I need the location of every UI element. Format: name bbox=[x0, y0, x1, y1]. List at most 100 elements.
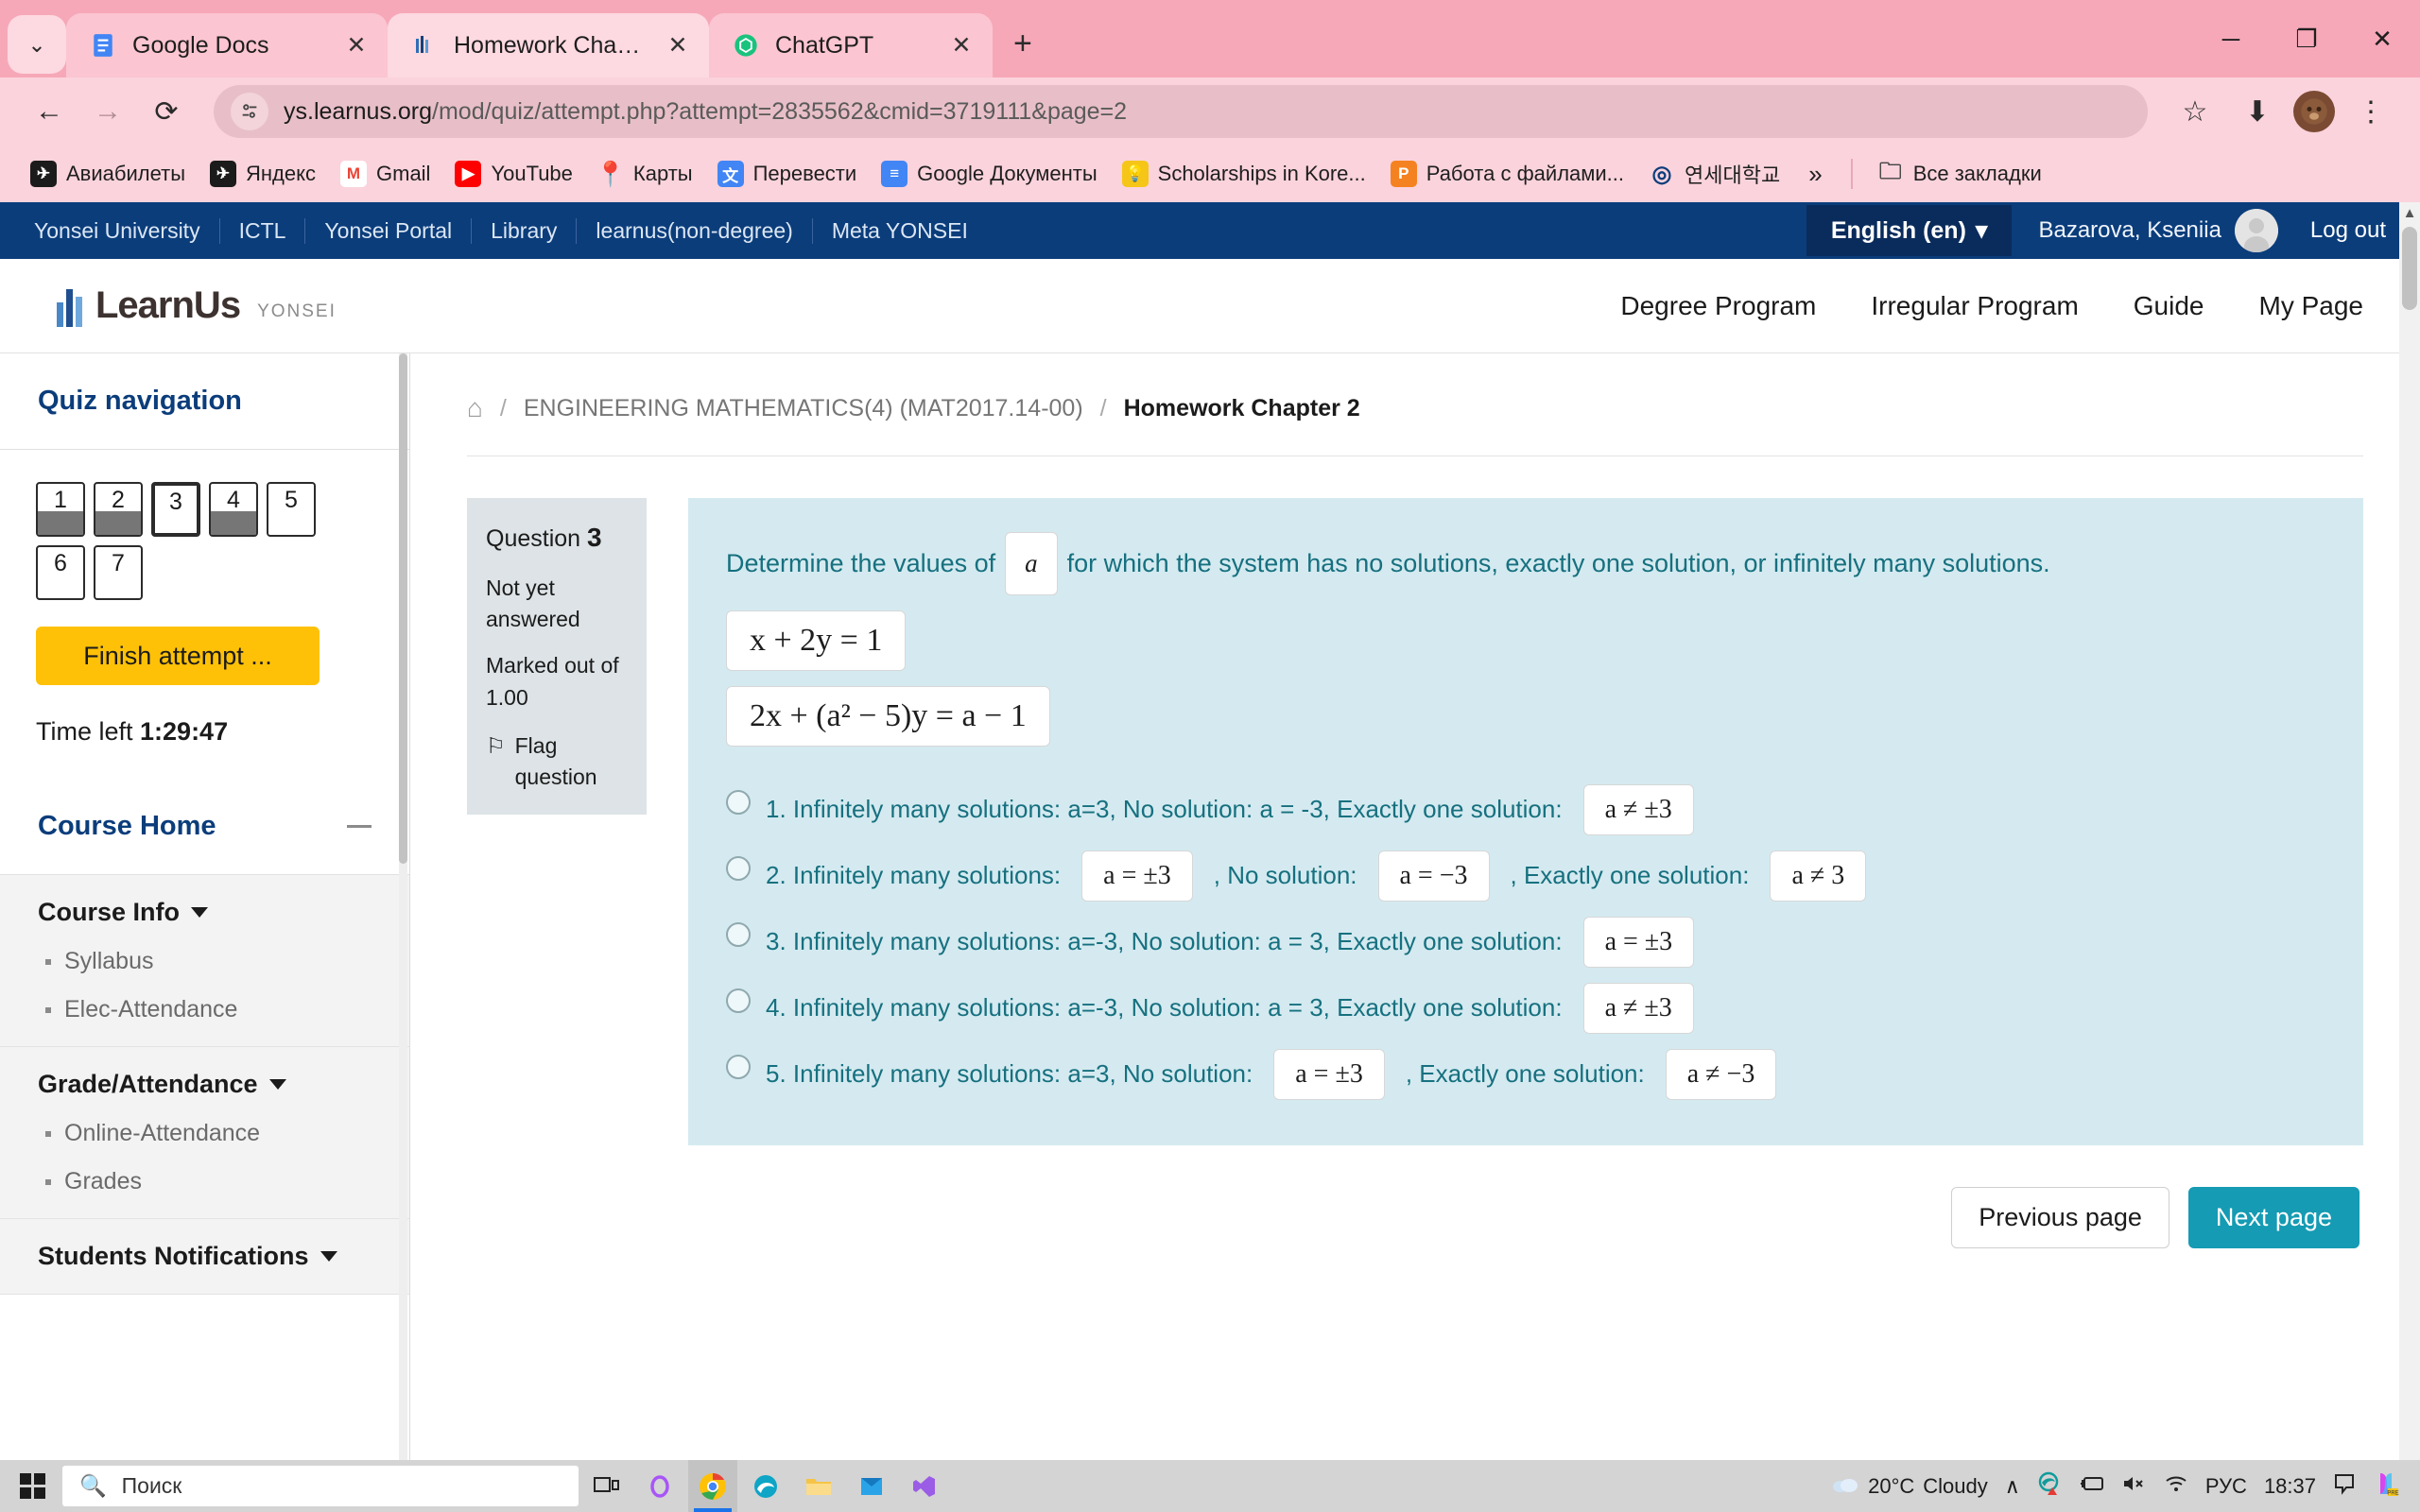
top-link-library[interactable]: Library bbox=[472, 217, 578, 244]
visual-studio-icon[interactable] bbox=[900, 1460, 949, 1512]
bookmark-item[interactable]: ▶ YouTube bbox=[445, 155, 581, 193]
new-tab-button[interactable]: + bbox=[1013, 26, 1032, 62]
bookmark-star-icon[interactable]: ☆ bbox=[2169, 85, 2221, 138]
bookmark-item[interactable]: ✈ Авиабилеты bbox=[21, 155, 195, 193]
tab-homework-chapter-2[interactable]: Homework Chapter 2 ✕ bbox=[388, 13, 709, 77]
user-name[interactable]: Bazarova, Kseniia bbox=[2038, 217, 2221, 244]
radio-button[interactable] bbox=[726, 789, 751, 815]
language-selector[interactable]: English (en) ▾ bbox=[1806, 205, 2013, 256]
task-view-icon[interactable] bbox=[582, 1460, 631, 1512]
close-icon[interactable]: ✕ bbox=[664, 31, 692, 60]
edge-alert-icon[interactable] bbox=[2037, 1471, 2062, 1502]
sidebar-item-elec-attendance[interactable]: Elec-Attendance bbox=[38, 996, 372, 1023]
learnus-logo[interactable]: LearnUs YONSEI bbox=[57, 284, 337, 327]
answer-option-2[interactable]: 2. Infinitely many solutions: a = ±3 , N… bbox=[726, 850, 2325, 902]
avatar[interactable] bbox=[2234, 209, 2278, 252]
wifi-icon[interactable] bbox=[2164, 1474, 2188, 1499]
finish-attempt-button[interactable]: Finish attempt ... bbox=[36, 627, 320, 685]
bookmarks-overflow-icon[interactable]: » bbox=[1795, 160, 1835, 189]
top-link-yonsei-university[interactable]: Yonsei University bbox=[34, 217, 220, 244]
tray-language[interactable]: РУС bbox=[2205, 1474, 2247, 1499]
sidebar-scrollbar[interactable] bbox=[399, 353, 407, 1460]
chrome-menu-icon[interactable]: ⋮ bbox=[2344, 85, 2397, 138]
address-bar[interactable]: ys.learnus.org/mod/quiz/attempt.php?atte… bbox=[214, 85, 2148, 138]
question-box-2[interactable]: 2 bbox=[94, 482, 143, 537]
top-link-meta-yonsei[interactable]: Meta YONSEI bbox=[813, 218, 987, 244]
nav-my-page[interactable]: My Page bbox=[2259, 291, 2364, 321]
sidebar-item-online-attendance[interactable]: Online-Attendance bbox=[38, 1120, 372, 1147]
close-window-icon[interactable]: ✕ bbox=[2344, 25, 2420, 54]
bookmark-item[interactable]: M Gmail bbox=[331, 155, 440, 193]
copilot-icon[interactable] bbox=[635, 1460, 684, 1512]
site-settings-icon[interactable] bbox=[231, 93, 268, 130]
weather-widget[interactable]: 20°C Cloudy bbox=[1831, 1474, 1988, 1499]
top-link-ictl[interactable]: ICTL bbox=[220, 217, 306, 244]
notification-bell-icon[interactable] bbox=[2333, 1472, 2356, 1501]
tab-google-docs[interactable]: Google Docs ✕ bbox=[66, 13, 388, 77]
bookmark-item[interactable]: 文 Перевести bbox=[708, 155, 867, 193]
breadcrumb-course[interactable]: ENGINEERING MATHEMATICS(4) (MAT2017.14-0… bbox=[524, 395, 1083, 422]
group-title[interactable]: Grade/Attendance bbox=[38, 1070, 372, 1099]
next-page-button[interactable]: Next page bbox=[2187, 1186, 2360, 1248]
question-box-1[interactable]: 1 bbox=[36, 482, 85, 537]
course-home-header[interactable]: Course Home bbox=[0, 779, 409, 875]
windows-start-icon[interactable] bbox=[6, 1460, 59, 1512]
question-box-3[interactable]: 3 bbox=[151, 482, 200, 537]
question-box-7[interactable]: 7 bbox=[94, 545, 143, 600]
bookmark-item[interactable]: ≡ Google Документы bbox=[872, 155, 1106, 193]
sidebar-item-grades[interactable]: Grades bbox=[38, 1168, 372, 1195]
bookmark-item[interactable]: ◎ 연세대학교 bbox=[1639, 153, 1789, 195]
battery-icon[interactable] bbox=[2079, 1474, 2105, 1499]
top-link-yonsei-portal[interactable]: Yonsei Portal bbox=[305, 217, 473, 244]
tray-expand-icon[interactable]: ∧ bbox=[2005, 1474, 2020, 1499]
top-link-learnus-non-degree[interactable]: learnus(non-degree) bbox=[577, 217, 813, 244]
logout-link[interactable]: Log out bbox=[2310, 217, 2386, 244]
nav-irregular-program[interactable]: Irregular Program bbox=[1871, 291, 2078, 321]
flag-question-button[interactable]: ⚐ Flag question bbox=[486, 730, 628, 794]
copilot-pre-icon[interactable]: PRE bbox=[2373, 1470, 2399, 1503]
reload-icon[interactable]: ⟳ bbox=[140, 85, 193, 138]
radio-button[interactable] bbox=[726, 988, 751, 1013]
nav-guide[interactable]: Guide bbox=[2134, 291, 2204, 321]
forward-icon[interactable]: → bbox=[81, 85, 134, 138]
mail-icon[interactable] bbox=[847, 1460, 896, 1512]
profile-avatar[interactable] bbox=[2293, 91, 2335, 132]
bookmark-item[interactable]: 📍 Карты bbox=[588, 155, 702, 193]
radio-button[interactable] bbox=[726, 855, 751, 881]
sidebar-item-syllabus[interactable]: Syllabus bbox=[38, 948, 372, 975]
edge-icon[interactable] bbox=[741, 1460, 790, 1512]
file-explorer-icon[interactable] bbox=[794, 1460, 843, 1512]
nav-degree-program[interactable]: Degree Program bbox=[1620, 291, 1816, 321]
home-icon[interactable]: ⌂ bbox=[467, 393, 483, 423]
answer-option-1[interactable]: 1. Infinitely many solutions: a=3, No so… bbox=[726, 783, 2325, 835]
previous-page-button[interactable]: Previous page bbox=[1951, 1186, 2169, 1248]
chrome-icon[interactable] bbox=[688, 1460, 737, 1512]
bookmark-item[interactable]: P Работа с файлами... bbox=[1381, 155, 1634, 193]
radio-button[interactable] bbox=[726, 1054, 751, 1079]
close-icon[interactable]: ✕ bbox=[947, 31, 976, 60]
taskbar-search-input[interactable]: 🔍 Поиск bbox=[62, 1466, 579, 1506]
bookmark-item[interactable]: ✈ Яндекс bbox=[200, 155, 325, 193]
page-scrollbar[interactable]: ▲ bbox=[2399, 202, 2420, 1460]
answer-option-3[interactable]: 3. Infinitely many solutions: a=-3, No s… bbox=[726, 916, 2325, 968]
volume-muted-icon[interactable] bbox=[2122, 1474, 2147, 1499]
group-title[interactable]: Course Info bbox=[38, 898, 372, 927]
radio-button[interactable] bbox=[726, 921, 751, 947]
question-box-6[interactable]: 6 bbox=[36, 545, 85, 600]
maximize-icon[interactable]: ❐ bbox=[2269, 25, 2344, 54]
tab-search-button[interactable]: ⌄ bbox=[8, 15, 66, 74]
scroll-up-icon[interactable]: ▲ bbox=[2399, 202, 2420, 223]
close-icon[interactable]: ✕ bbox=[342, 31, 371, 60]
minimize-icon[interactable]: ─ bbox=[2193, 25, 2269, 54]
clock[interactable]: 18:37 bbox=[2264, 1474, 2316, 1499]
download-icon[interactable]: ⬇ bbox=[2231, 85, 2284, 138]
back-icon[interactable]: ← bbox=[23, 85, 76, 138]
answer-option-5[interactable]: 5. Infinitely many solutions: a=3, No so… bbox=[726, 1048, 2325, 1100]
question-box-4[interactable]: 4 bbox=[209, 482, 258, 537]
question-box-5[interactable]: 5 bbox=[267, 482, 316, 537]
tab-chatgpt[interactable]: ChatGPT ✕ bbox=[709, 13, 993, 77]
all-bookmarks-button[interactable]: 🗀 Все закладки bbox=[1868, 155, 2051, 193]
collapse-icon[interactable] bbox=[347, 825, 372, 828]
scrollbar-thumb[interactable] bbox=[2402, 227, 2417, 310]
group-title[interactable]: Students Notifications bbox=[38, 1242, 372, 1271]
